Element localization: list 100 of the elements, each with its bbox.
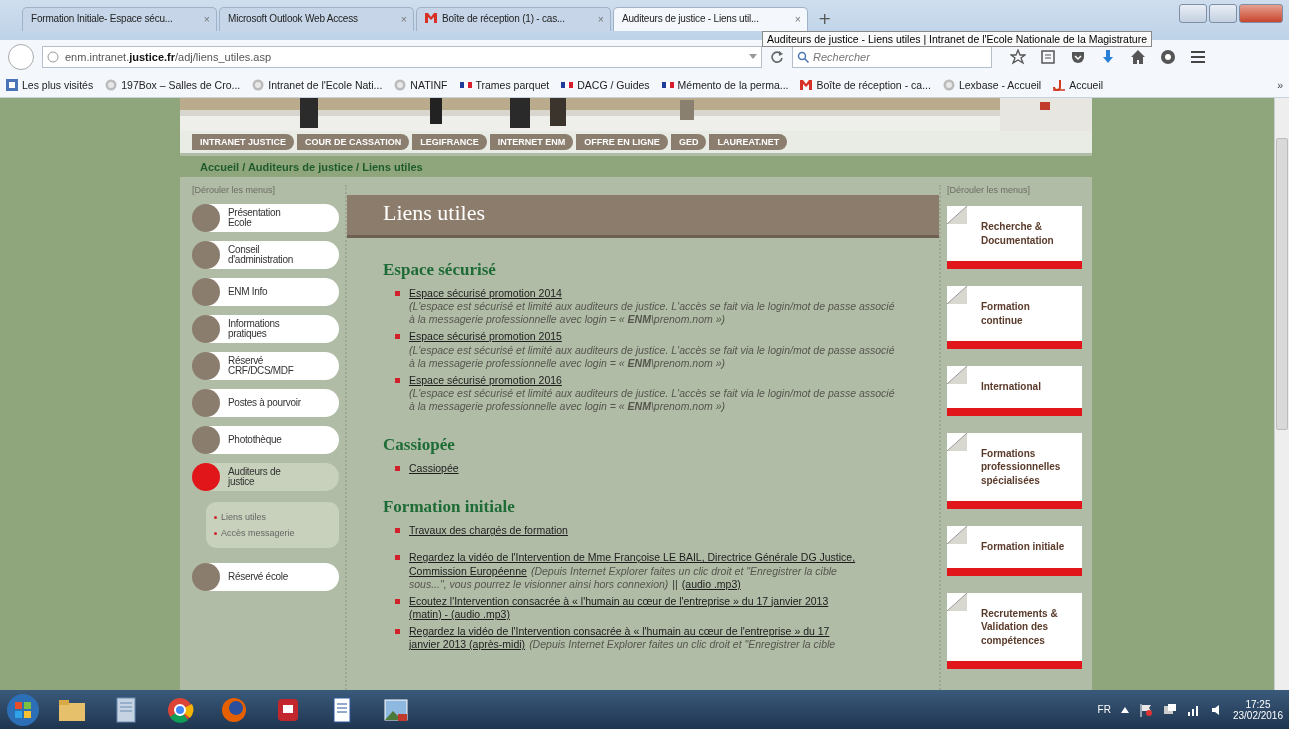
globe-icon [105, 79, 118, 91]
nav-link[interactable]: LAUREAT.NET [709, 134, 788, 150]
bookmark[interactable]: DACG / Guides [561, 79, 650, 91]
link[interactable]: Ecoutez l'Intervention consacrée à « l'humain au cœur de l'entreprise » du 17 janvier 2013 [409, 594, 829, 608]
browser-tab[interactable]: Microsoft Outlook Web Access × [219, 7, 414, 31]
mail-icon [425, 13, 437, 23]
note-text: (L'espace est sécurisé et limité aux auditeurs de justice. L'accès se fait via le login/mot de passe associé à la messagerie professionnelle avec login = « ENM\prenom.nom ») [409, 343, 895, 369]
chat-icon[interactable] [1160, 48, 1176, 65]
more-bookmarks-button[interactable]: » [1277, 79, 1283, 91]
menu-icon[interactable] [1190, 48, 1206, 65]
bullet-icon [395, 466, 400, 472]
new-tab-button[interactable]: + [818, 9, 832, 28]
bookmark[interactable]: NATINF [394, 79, 448, 91]
dropdown-icon[interactable] [749, 54, 757, 59]
list-icon[interactable] [1040, 48, 1056, 65]
flag-icon [661, 79, 674, 91]
flag-icon[interactable] [1138, 702, 1153, 717]
nav-link[interactable]: GED [670, 134, 707, 150]
link[interactable]: Regardez la vidéo de l'Intervention consacrée à « l'humain au cœur de l'entreprise » du 17 [409, 625, 830, 639]
menu-card[interactable]: Formation continue [946, 286, 1082, 349]
browser-tab[interactable]: Boîte de réception (1) - cas... × [416, 7, 611, 31]
bookmark[interactable]: Intranet de l'Ecole Nati... [252, 79, 383, 91]
menu-card[interactable]: Recrutements & Validation des compétences [946, 592, 1082, 669]
folded-corner-icon [946, 526, 967, 544]
submenu-item[interactable]: Accès messagerie [221, 528, 295, 538]
link[interactable]: Cassiopée [409, 462, 459, 476]
tooltip: Auditeurs de justice - Liens utiles | Intranet de l'Ecole Nationale de la Magistrature [762, 31, 1153, 47]
network-icon[interactable] [1162, 702, 1177, 717]
bookmark[interactable]: Mémento de la perma... [661, 79, 789, 91]
note-text: (Depuis Internet Explorer faites un clic droit et "Enregistrer la cible [529, 638, 836, 652]
start-button[interactable] [6, 692, 40, 727]
menu-card[interactable]: International [946, 366, 1082, 416]
nav-link[interactable]: INTRANET JUSTICE [192, 134, 294, 150]
download-icon[interactable] [1100, 48, 1116, 65]
minimize-button[interactable] [1179, 4, 1207, 23]
note-text: (L'espace est sécurisé et limité aux auditeurs de justice. L'accès se fait via le login/mot de passe associé à la messagerie professionnelle avec login = « ENM\prenom.nom ») [409, 386, 895, 412]
bookmark[interactable]: Lexbase - Accueil [942, 79, 1042, 91]
home-icon[interactable] [1130, 48, 1146, 65]
note-text: (L'espace est sécurisé et limité aux auditeurs de justice. L'accès se fait via le login/mot de passe associé à la messagerie professionnelle avec login = « ENM\prenom.nom ») [409, 300, 895, 326]
search-field[interactable]: Rechercher [792, 45, 992, 68]
menu-card[interactable]: Formation initiale [946, 526, 1082, 576]
bullet-icon [395, 334, 400, 340]
signal-icon[interactable] [1186, 703, 1201, 716]
bullet-icon [395, 291, 400, 296]
bullet-icon [214, 515, 217, 519]
menu-card[interactable]: Formations professionnelles spécialisées [946, 432, 1082, 509]
maximize-button[interactable] [1209, 4, 1237, 23]
section-heading: Cassiopée [383, 435, 456, 456]
folded-corner-icon [946, 286, 967, 304]
bookmark[interactable]: Les plus visités [6, 79, 94, 91]
globe-icon [394, 79, 407, 91]
language-indicator[interactable]: FR [1097, 704, 1111, 715]
bullet-icon [395, 528, 400, 534]
section-heading: Espace sécurisé [383, 260, 497, 280]
page-title: Liens utiles [347, 195, 939, 238]
bullet-icon [395, 555, 400, 561]
mail-icon [800, 79, 813, 91]
bullet-icon [395, 377, 400, 383]
note-text: sous...", vous pourrez le visionner ainsi hors connexion) [409, 577, 669, 591]
section-heading: Formation initiale [383, 497, 516, 518]
menu-card[interactable]: Recherche & Documentation [946, 206, 1082, 269]
browser-tab[interactable]: Formation Initiale- Espace sécu... × [22, 7, 217, 31]
bookmark[interactable]: Trames parquet [459, 79, 550, 91]
link[interactable]: Espace sécurisé promotion 2015 [409, 330, 562, 344]
submenu-item[interactable]: Liens utiles [221, 512, 267, 522]
folded-corner-icon [946, 366, 967, 384]
globe-icon [47, 50, 59, 63]
bookmark[interactable]: Boîte de réception - ca... [800, 79, 931, 91]
star-icon[interactable] [1010, 48, 1026, 65]
globe-icon [252, 79, 265, 91]
bookmark-icon [6, 79, 18, 91]
up-arrow-icon[interactable] [1120, 706, 1129, 713]
link[interactable]: Commission Européenne [409, 564, 527, 578]
link[interactable]: Travaux des chargés de formation [409, 524, 568, 538]
close-icon[interactable]: × [794, 13, 801, 25]
nav-link[interactable]: INTERNET ENM [489, 134, 574, 150]
clock[interactable]: 17:25 23/02/2016 [1232, 698, 1283, 721]
nav-link[interactable]: OFFRE EN LIGNE [576, 134, 668, 150]
scrollbar[interactable] [1274, 98, 1289, 690]
link[interactable]: (audio .mp3) [681, 577, 741, 591]
flag-icon [561, 79, 574, 91]
link[interactable]: Regardez la vidéo de l'Intervention de Mme Françoise LE BAIL, Directrice Générale DG Justice, [409, 551, 856, 565]
note-text: (Depuis Internet Explorer faites un clic droit et "Enregistrer la cible [530, 564, 837, 578]
breadcrumb: Accueil / Auditeurs de justice / Liens utiles [200, 160, 423, 173]
globe-icon [942, 79, 955, 91]
link[interactable]: (matin) - (audio .mp3) [409, 607, 510, 621]
separator-text: || [672, 577, 678, 591]
nav-link[interactable]: LEGIFRANCE [412, 134, 487, 150]
bookmark[interactable]: 197Box – Salles de Cro... [105, 79, 241, 91]
letter-icon [1053, 79, 1066, 91]
reload-icon[interactable] [770, 49, 784, 64]
link[interactable]: janvier 2013 (après-midi) [409, 638, 526, 652]
bookmark[interactable]: Accueil [1053, 79, 1104, 91]
bullet-icon [395, 629, 400, 634]
link[interactable]: Espace sécurisé promotion 2014 [409, 287, 562, 301]
nav-link[interactable]: COUR DE CASSATION [297, 134, 410, 150]
browser-tab[interactable]: Auditeurs de justice - Liens util... × [613, 7, 808, 31]
address-field[interactable]: enm.intranet.justice.fr/adj/liens_utiles.asp [42, 45, 762, 68]
folded-corner-icon [946, 432, 967, 451]
link[interactable]: Espace sécurisé promotion 2016 [409, 373, 562, 387]
